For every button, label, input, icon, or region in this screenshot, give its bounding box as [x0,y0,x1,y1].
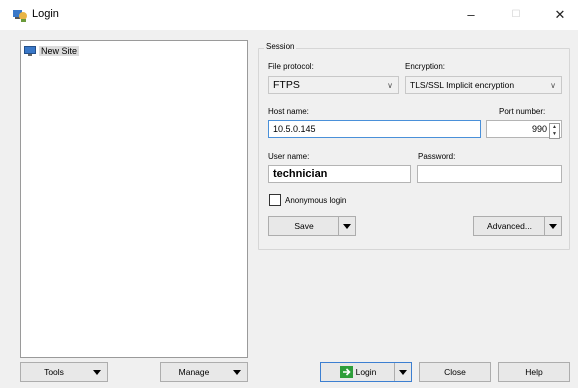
port-spinner[interactable]: ▲ ▼ [549,123,560,139]
advanced-label: Advanced... [487,221,532,231]
login-arrow-icon [339,366,353,378]
port-number-input[interactable]: 990 ▲ ▼ [486,120,562,139]
title-bar [0,0,578,30]
advanced-button[interactable]: Advanced... [473,216,562,236]
dropdown-arrow-icon [233,369,241,375]
dropdown-arrow-icon [549,223,557,229]
dropdown-arrow-icon [399,369,407,375]
maximize-button[interactable]: ☐ [504,4,528,26]
help-button[interactable]: Help [498,362,570,382]
monitor-icon [24,46,36,56]
manage-label: Manage [178,367,210,377]
anonymous-login-checkbox[interactable] [269,194,281,206]
manage-dropdown[interactable] [229,363,245,381]
close-button[interactable]: Close [419,362,491,382]
login-button[interactable]: Login [320,362,412,382]
spin-down-icon[interactable]: ▼ [550,131,559,138]
anonymous-login-label: Anonymous login [285,195,347,205]
user-name-label: User name: [268,152,310,161]
password-label: Password: [418,152,456,161]
close-label: Close [444,367,466,377]
user-name-input[interactable]: technician [268,165,411,183]
anonymous-login-option[interactable]: Anonymous login [269,194,346,206]
dropdown-arrow-icon [343,223,351,229]
advanced-dropdown[interactable] [544,217,561,235]
session-legend: Session [264,42,297,51]
save-label: Save [294,221,314,231]
manage-button[interactable]: Manage [160,362,248,382]
save-dropdown[interactable] [338,217,355,235]
minimize-button[interactable]: – [459,4,483,26]
password-input[interactable] [417,165,562,183]
tools-button[interactable]: Tools [20,362,108,382]
user-name-value: technician [273,168,328,180]
tree-item-label: New Site [39,46,80,56]
encryption-label: Encryption: [405,62,446,71]
login-dropdown[interactable] [394,363,411,381]
port-number-label: Port number: [499,107,546,116]
window-title: Login [32,8,59,20]
save-button[interactable]: Save [268,216,356,236]
dropdown-arrow-icon [93,369,101,375]
help-label: Help [525,367,543,377]
login-label: Login [355,367,377,377]
host-name-value: 10.5.0.145 [273,124,316,134]
tools-label: Tools [44,367,64,377]
encryption-value: TLS/SSL Implicit encryption [410,80,515,90]
tree-item-new-site[interactable]: New Site [24,44,80,58]
close-window-button[interactable]: ✕ [548,4,572,26]
chevron-down-icon: ∨ [387,81,393,90]
host-name-input[interactable]: 10.5.0.145 [268,120,481,138]
file-protocol-value: FTPS [273,79,300,91]
app-icon [13,10,27,22]
tools-dropdown[interactable] [89,363,105,381]
encryption-select[interactable]: TLS/SSL Implicit encryption ∨ [405,76,562,94]
file-protocol-label: File protocol: [268,62,314,71]
site-tree[interactable]: New Site [20,40,248,358]
spin-up-icon[interactable]: ▲ [550,124,559,131]
port-number-value: 990 [531,124,547,134]
host-name-label: Host name: [268,107,309,116]
chevron-down-icon: ∨ [550,81,556,90]
file-protocol-select[interactable]: FTPS ∨ [268,76,399,94]
